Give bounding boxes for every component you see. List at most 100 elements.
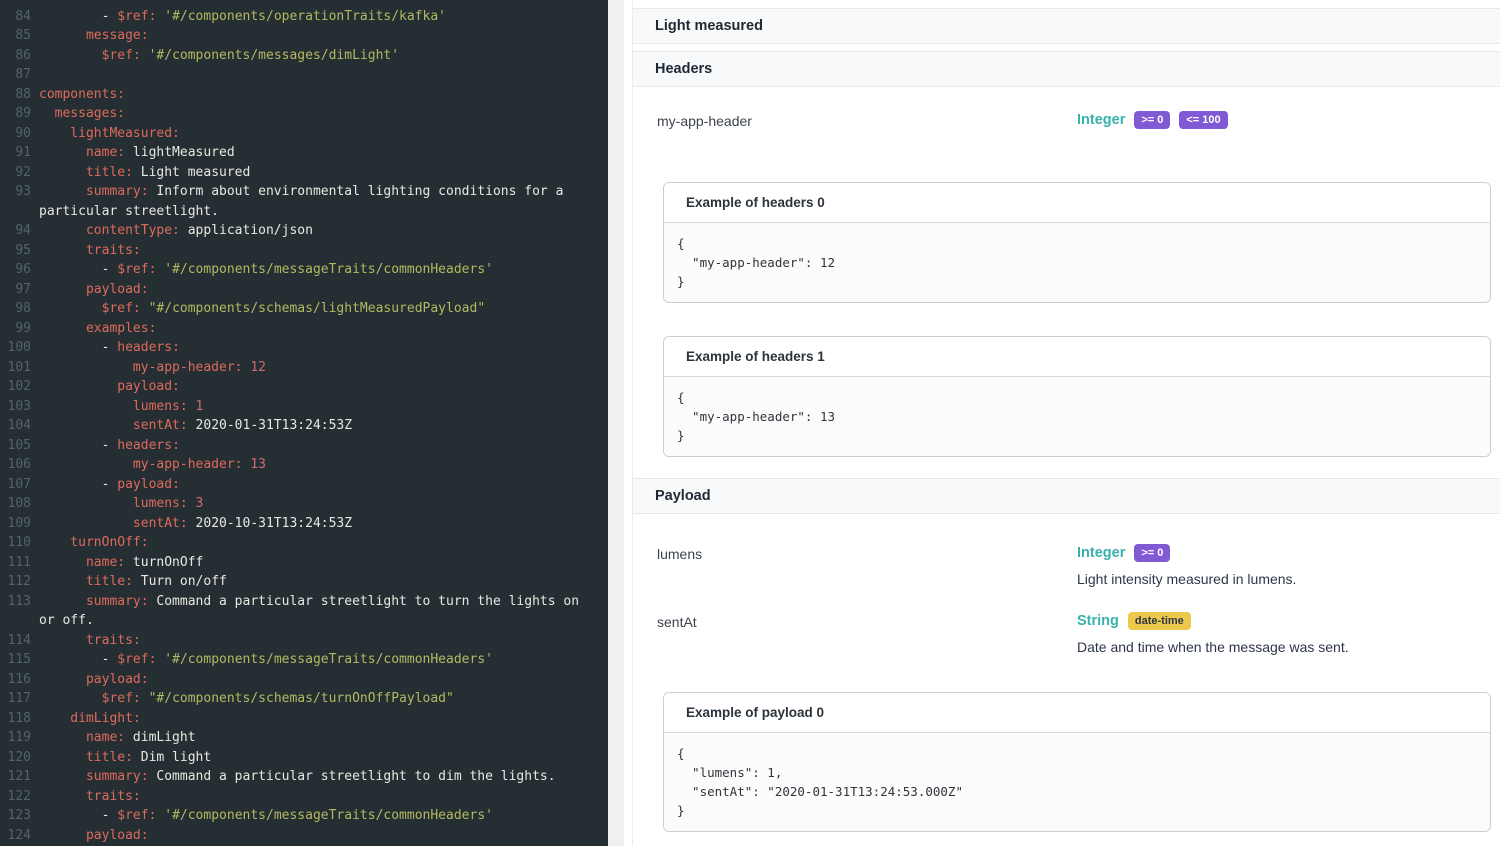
code-line[interactable]: 87 xyxy=(0,65,608,85)
code-line[interactable]: 102 payload: xyxy=(0,377,608,397)
example-code: { "my-app-header": 12} xyxy=(664,223,1490,302)
code-line[interactable]: 118 dimLight: xyxy=(0,709,608,729)
code-text: name: turnOnOff xyxy=(39,553,203,573)
code-token: - xyxy=(39,262,117,277)
code-line[interactable]: 98 $ref: "#/components/schemas/lightMeas… xyxy=(0,299,608,319)
code-line[interactable]: particular streetlight. xyxy=(0,202,608,222)
code-token: messages: xyxy=(39,106,125,121)
line-number: 118 xyxy=(0,709,31,729)
code-line[interactable]: 101 my-app-header: 12 xyxy=(0,358,608,378)
code-line[interactable]: or off. xyxy=(0,611,608,631)
code-line[interactable]: 97 payload: xyxy=(0,280,608,300)
code-line[interactable]: 109 sentAt: 2020-10-31T13:24:53Z xyxy=(0,514,608,534)
code-line[interactable]: 105 - headers: xyxy=(0,436,608,456)
code-token: 13 xyxy=(243,457,266,472)
line-number: 106 xyxy=(0,455,31,475)
code-line[interactable]: 114 traits: xyxy=(0,631,608,651)
code-text: - $ref: '#/components/operationTraits/ka… xyxy=(39,7,446,27)
code-line[interactable]: 111 name: turnOnOff xyxy=(0,553,608,573)
example-code-line: "sentAt": "2020-01-31T13:24:53.000Z" xyxy=(677,782,1477,801)
code-line[interactable]: 112 title: Turn on/off xyxy=(0,572,608,592)
property-row: my-app-headerInteger>= 0<= 100 xyxy=(633,111,1500,129)
code-token: title: xyxy=(39,750,133,765)
code-line[interactable]: 90 lightMeasured: xyxy=(0,124,608,144)
example-code-line: "lumens": 1, xyxy=(677,763,1477,782)
code-line[interactable]: 106 my-app-header: 13 xyxy=(0,455,608,475)
example-card: Example of headers 1{ "my-app-header": 1… xyxy=(663,336,1491,457)
code-token: 1 xyxy=(188,399,204,414)
code-line[interactable]: 122 traits: xyxy=(0,787,608,807)
code-token: 12 xyxy=(243,360,266,375)
code-line[interactable]: 92 title: Light measured xyxy=(0,163,608,183)
code-line[interactable]: 120 title: Dim light xyxy=(0,748,608,768)
code-text: payload: xyxy=(39,280,149,300)
code-text: sentAt: 2020-10-31T13:24:53Z xyxy=(39,514,352,534)
code-line[interactable]: 119 name: dimLight xyxy=(0,728,608,748)
code-line[interactable]: 113 summary: Command a particular street… xyxy=(0,592,608,612)
docs-panel[interactable]: Light measured Headers my-app-headerInte… xyxy=(632,0,1500,846)
code-token: $ref: xyxy=(102,48,141,63)
code-line[interactable]: 115 - $ref: '#/components/messageTraits/… xyxy=(0,650,608,670)
code-line[interactable]: 121 summary: Command a particular street… xyxy=(0,767,608,787)
yaml-editor[interactable]: 83 traits:84 - $ref: '#/components/opera… xyxy=(0,0,608,846)
code-token: '#/components/messageTraits/commonHeader… xyxy=(164,652,493,667)
code-token: message: xyxy=(39,28,149,43)
code-token: my-app-header: xyxy=(39,457,243,472)
code-token: lightMeasured: xyxy=(39,126,180,141)
code-token: sentAt: xyxy=(39,418,188,433)
code-line[interactable]: 91 name: lightMeasured xyxy=(0,143,608,163)
code-line[interactable]: 124 payload: xyxy=(0,826,608,846)
code-token: particular streetlight. xyxy=(39,204,219,219)
code-token xyxy=(141,301,149,316)
code-token: name: xyxy=(39,730,125,745)
constraint-badge: <= 100 xyxy=(1179,111,1227,129)
line-number: 120 xyxy=(0,748,31,768)
code-line[interactable]: 95 traits: xyxy=(0,241,608,261)
code-line[interactable]: 85 message: xyxy=(0,26,608,46)
code-line[interactable]: 107 - payload: xyxy=(0,475,608,495)
code-token: my-app-header: xyxy=(39,360,243,375)
code-token: 2020-01-31T13:24:53Z xyxy=(188,418,352,433)
line-number: 117 xyxy=(0,689,31,709)
code-text: lumens: 3 xyxy=(39,494,203,514)
code-line[interactable]: 86 $ref: '#/components/messages/dimLight… xyxy=(0,46,608,66)
code-token: sentAt: xyxy=(39,516,188,531)
code-line[interactable]: 108 lumens: 3 xyxy=(0,494,608,514)
code-text: turnOnOff: xyxy=(39,533,149,553)
line-number: 111 xyxy=(0,553,31,573)
code-line[interactable]: 94 contentType: application/json xyxy=(0,221,608,241)
code-line[interactable]: 123 - $ref: '#/components/messageTraits/… xyxy=(0,806,608,826)
code-line[interactable]: 88components: xyxy=(0,85,608,105)
code-line[interactable]: 96 - $ref: '#/components/messageTraits/c… xyxy=(0,260,608,280)
message-title: Light measured xyxy=(655,18,763,34)
code-line[interactable]: 93 summary: Inform about environmental l… xyxy=(0,182,608,202)
code-line[interactable]: 110 turnOnOff: xyxy=(0,533,608,553)
code-line[interactable]: 104 sentAt: 2020-01-31T13:24:53Z xyxy=(0,416,608,436)
code-line[interactable]: 103 lumens: 1 xyxy=(0,397,608,417)
example-code-line: } xyxy=(677,426,1477,445)
code-token: - xyxy=(39,9,117,24)
code-line[interactable]: 99 examples: xyxy=(0,319,608,339)
code-token: application/json xyxy=(180,223,313,238)
line-number: 87 xyxy=(0,65,31,85)
property-name: my-app-header xyxy=(657,111,1077,129)
line-number: 108 xyxy=(0,494,31,514)
code-text: $ref: "#/components/schemas/turnOnOffPay… xyxy=(39,689,454,709)
format-badge: date-time xyxy=(1128,612,1191,630)
pane-resizer[interactable] xyxy=(608,0,624,846)
code-text: traits: xyxy=(39,787,141,807)
line-number: 119 xyxy=(0,728,31,748)
code-line[interactable]: 116 payload: xyxy=(0,670,608,690)
code-token: traits: xyxy=(39,0,141,4)
code-line[interactable]: 100 - headers: xyxy=(0,338,608,358)
code-text: - $ref: '#/components/messageTraits/comm… xyxy=(39,650,493,670)
code-token: traits: xyxy=(39,789,141,804)
code-line[interactable]: 117 $ref: "#/components/schemas/turnOnOf… xyxy=(0,689,608,709)
code-token: lumens: xyxy=(39,496,188,511)
code-token: traits: xyxy=(39,243,141,258)
code-line[interactable]: 84 - $ref: '#/components/operationTraits… xyxy=(0,7,608,27)
code-line[interactable]: 89 messages: xyxy=(0,104,608,124)
code-text: title: Turn on/off xyxy=(39,572,227,592)
line-number: 85 xyxy=(0,26,31,46)
code-text: payload: xyxy=(39,826,149,846)
